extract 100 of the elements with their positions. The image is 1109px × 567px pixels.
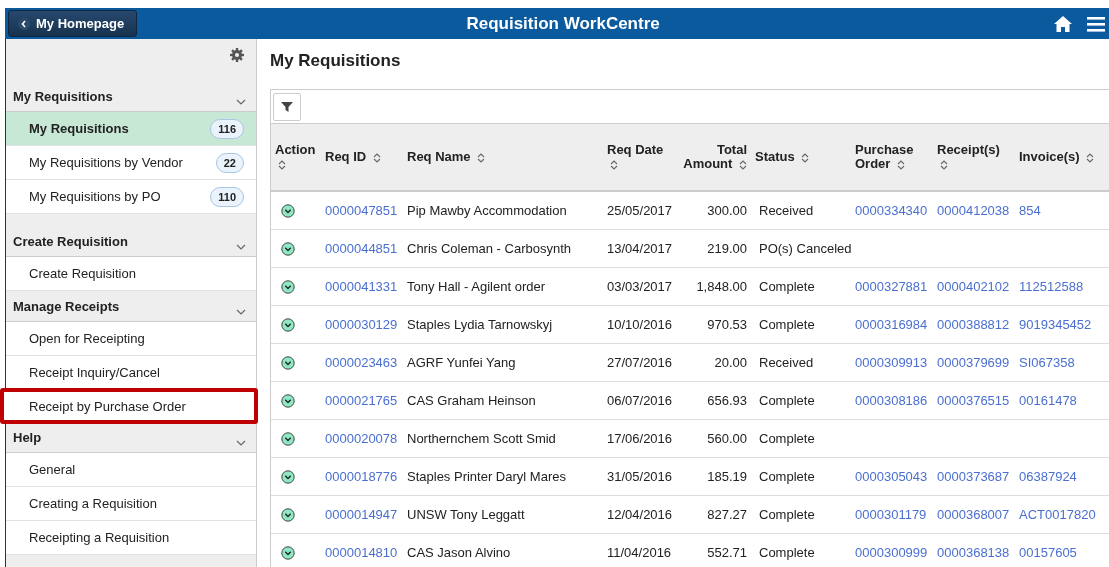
receipt-link[interactable]: 0000373687 bbox=[937, 469, 1010, 484]
table-cell-text: Complete bbox=[758, 279, 816, 294]
table-cell-text: 827.27 bbox=[706, 507, 748, 522]
receipt-link[interactable]: 0000402102 bbox=[937, 279, 1010, 294]
sort-icon[interactable] bbox=[1086, 151, 1095, 164]
column-header[interactable]: Invoice(s) bbox=[1015, 150, 1109, 164]
req-id-link[interactable]: 0000014947 bbox=[325, 507, 398, 522]
sort-icon[interactable] bbox=[739, 158, 747, 171]
action-icon[interactable] bbox=[281, 393, 295, 408]
sidebar-item[interactable]: General bbox=[6, 453, 256, 487]
req-id-link[interactable]: 0000044851 bbox=[325, 241, 398, 256]
req-id-link[interactable]: 0000021765 bbox=[325, 393, 398, 408]
table-cell-text: 20.00 bbox=[713, 355, 748, 370]
column-header[interactable]: Purchase Order bbox=[851, 143, 933, 171]
table-cell-text: 06/07/2016 bbox=[606, 393, 674, 408]
po-link[interactable]: 0000316984 bbox=[855, 317, 928, 332]
req-id-link[interactable]: 0000047851 bbox=[325, 203, 398, 218]
action-icon[interactable] bbox=[281, 469, 295, 484]
action-icon[interactable] bbox=[281, 279, 295, 294]
sidebar-item[interactable]: Create Requisition bbox=[6, 257, 256, 291]
action-icon[interactable] bbox=[281, 203, 295, 218]
invoice-link[interactable]: 06387924 bbox=[1019, 469, 1077, 484]
req-id-link[interactable]: 0000030129 bbox=[325, 317, 398, 332]
table-cell-text: 970.53 bbox=[706, 317, 748, 332]
table-cell-text: Staples Printer Daryl Mares bbox=[406, 469, 567, 484]
column-header[interactable]: Status bbox=[751, 150, 851, 164]
invoice-link[interactable]: ACT0017820 bbox=[1019, 507, 1096, 522]
count-badge: 22 bbox=[215, 152, 244, 173]
table-cell-text: Staples Lydia Tarnowskyj bbox=[406, 317, 554, 332]
po-link[interactable]: 0000309913 bbox=[855, 355, 928, 370]
po-link[interactable]: 0000334340 bbox=[855, 203, 928, 218]
table-cell-text: Chris Coleman - Carbosynth bbox=[406, 241, 572, 256]
column-header[interactable]: Req ID bbox=[321, 150, 403, 164]
back-icon bbox=[18, 17, 30, 30]
filter-button[interactable] bbox=[273, 92, 301, 121]
sidebar-item[interactable]: My Requisitions 116 bbox=[6, 112, 256, 146]
receipt-link[interactable]: 0000379699 bbox=[937, 355, 1010, 370]
sort-icon[interactable] bbox=[897, 158, 905, 171]
sidebar-item[interactable]: Receipting a Requisition bbox=[6, 521, 256, 555]
receipt-link[interactable]: 0000368007 bbox=[937, 507, 1010, 522]
sidebar-item[interactable]: Receipt Inquiry/Cancel bbox=[6, 356, 256, 390]
chevron-down-icon bbox=[236, 99, 246, 105]
action-icon[interactable] bbox=[281, 545, 295, 560]
req-id-link[interactable]: 0000041331 bbox=[325, 279, 398, 294]
receipt-link[interactable]: 0000412038 bbox=[937, 203, 1010, 218]
sort-icon[interactable] bbox=[372, 151, 381, 164]
action-icon[interactable] bbox=[281, 317, 295, 332]
req-id-link[interactable]: 0000018776 bbox=[325, 469, 398, 484]
po-link[interactable]: 0000308186 bbox=[855, 393, 928, 408]
table-cell-text: Received bbox=[758, 203, 815, 218]
table-cell-text: 25/05/2017 bbox=[606, 203, 674, 218]
po-link[interactable]: 0000327881 bbox=[855, 279, 928, 294]
action-icon[interactable] bbox=[281, 355, 295, 370]
req-id-link[interactable]: 0000020078 bbox=[325, 431, 398, 446]
column-header[interactable]: Req Name bbox=[403, 150, 603, 164]
sidebar-item[interactable]: My Requisitions by Vendor 22 bbox=[6, 146, 256, 180]
table-cell-text: 03/03/2017 bbox=[606, 279, 674, 294]
sort-icon[interactable] bbox=[801, 151, 810, 164]
receipt-link[interactable]: 0000388812 bbox=[937, 317, 1010, 332]
settings-icon[interactable] bbox=[230, 48, 244, 62]
sort-icon[interactable] bbox=[610, 158, 618, 171]
invoice-link[interactable]: 00161478 bbox=[1019, 393, 1077, 408]
table-cell-text: 185.19 bbox=[706, 469, 748, 484]
po-link[interactable]: 0000301179 bbox=[855, 507, 927, 522]
table-cell-text: Complete bbox=[758, 431, 816, 446]
sort-icon[interactable] bbox=[278, 158, 286, 171]
invoice-link[interactable]: 00157605 bbox=[1019, 545, 1077, 560]
invoice-link[interactable]: 854 bbox=[1019, 203, 1041, 218]
invoice-link[interactable]: 112512588 bbox=[1019, 279, 1084, 294]
page-title: My Requisitions bbox=[270, 51, 402, 71]
column-header[interactable]: Receipt(s) bbox=[933, 143, 1015, 171]
invoice-link[interactable]: 9019345452 bbox=[1019, 317, 1092, 332]
sidebar-item[interactable]: Creating a Requisition bbox=[6, 487, 256, 521]
req-id-link[interactable]: 0000014810 bbox=[325, 545, 398, 560]
invoice-link[interactable]: SI067358 bbox=[1019, 355, 1075, 370]
action-icon[interactable] bbox=[281, 241, 295, 256]
sidebar-item[interactable]: Receipt by Purchase Order bbox=[0, 388, 258, 424]
table-cell-text: 31/05/2016 bbox=[606, 469, 674, 484]
action-icon[interactable] bbox=[281, 507, 295, 522]
menu-icon[interactable] bbox=[1087, 16, 1105, 32]
column-header[interactable]: Action bbox=[271, 143, 321, 171]
sidebar-item[interactable]: My Requisitions by PO 110 bbox=[6, 180, 256, 214]
receipt-link[interactable]: 0000368138 bbox=[937, 545, 1010, 560]
table-cell-text: 10/10/2016 bbox=[606, 317, 674, 332]
table-cell-text: 656.93 bbox=[706, 393, 748, 408]
sort-icon[interactable] bbox=[477, 151, 486, 164]
action-icon[interactable] bbox=[281, 431, 295, 446]
req-id-link[interactable]: 0000023463 bbox=[325, 355, 398, 370]
po-link[interactable]: 0000300999 bbox=[855, 545, 928, 560]
table-cell-text: 219.00 bbox=[706, 241, 748, 256]
home-icon[interactable] bbox=[1053, 15, 1073, 33]
receipt-link[interactable]: 0000376515 bbox=[937, 393, 1010, 408]
po-link[interactable]: 0000305043 bbox=[855, 469, 928, 484]
column-header[interactable]: Req Date bbox=[603, 143, 677, 171]
table-cell-text: Complete bbox=[758, 469, 816, 484]
column-header[interactable]: Total Amount bbox=[677, 143, 751, 171]
sidebar-item[interactable]: Open for Receipting bbox=[6, 322, 256, 356]
table-cell-text: 1,848.00 bbox=[695, 279, 748, 294]
back-button[interactable]: My Homepage bbox=[8, 10, 138, 37]
sort-icon[interactable] bbox=[940, 158, 948, 171]
